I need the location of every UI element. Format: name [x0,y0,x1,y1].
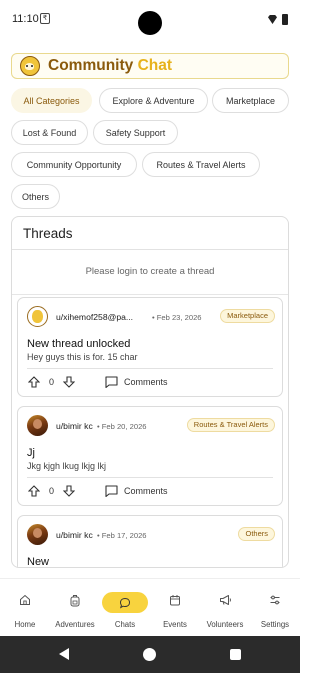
category-chip-community-opportunity[interactable]: Community Opportunity [11,152,137,177]
nav-label: Settings [260,620,290,629]
comment-bubble-icon [104,375,118,389]
thread-category-tag: Others [238,527,275,541]
title-part-1: Community [48,57,134,74]
title-part-2: Chat [137,57,173,74]
card-divider [27,368,273,369]
comments-label: Comments [124,486,168,496]
vote-count: 0 [49,486,55,496]
thread-card[interactable]: u/bimir kc • Feb 20, 2026 Routes & Trave… [17,406,283,506]
system-navigation-bar [0,636,300,673]
thread-category-tag: Routes & Travel Alerts [186,418,275,432]
vote-count: 0 [49,377,55,387]
nav-item-settings[interactable]: Settings [250,579,300,637]
page-title: Community Chat [48,57,172,75]
thread-title[interactable]: New [27,556,49,567]
user-avatar[interactable] [27,415,48,436]
category-chip-others[interactable]: Others [11,184,60,209]
thread-body: Hey guys this is for. 15 char [27,352,138,362]
community-chat-header: Community Chat [11,53,289,79]
thread-username[interactable]: u/xihemof258@pa... [56,312,133,322]
megaphone-icon [218,593,232,607]
thread-category-tag: Marketplace [220,309,275,323]
downvote-arrow-icon[interactable] [62,484,76,498]
category-chip-routes-travel[interactable]: Routes & Travel Alerts [142,152,260,177]
upvote-arrow-icon[interactable] [27,484,41,498]
category-chip-explore-adventure[interactable]: Explore & Adventure [99,88,208,113]
nav-item-chats[interactable]: Chats [100,579,150,637]
threads-panel: Threads Please login to create a thread … [11,216,289,568]
thread-date: • Feb 20, 2026 [97,422,147,431]
vote-controls: 0 [27,375,76,389]
camera-cutout [138,11,162,35]
card-divider [27,477,273,478]
thread-username[interactable]: u/bimir kc [56,530,93,540]
upvote-arrow-icon[interactable] [27,375,41,389]
status-time: 11:10 [12,13,39,25]
nav-label: Home [14,620,36,629]
comments-button[interactable]: Comments [104,484,168,498]
nav-item-home[interactable]: Home [0,579,50,637]
login-to-create-thread-link[interactable]: Please login to create a thread [12,250,288,295]
nav-label: Volunteers [206,620,244,629]
rupee-app-icon: ₹ [40,13,50,24]
nav-item-volunteers[interactable]: Volunteers [200,579,250,637]
bottom-navigation: Home Adventures Chats Events Volunteers … [0,578,300,636]
comment-bubble-icon [104,484,118,498]
nav-item-adventures[interactable]: Adventures [50,579,100,637]
recent-apps-icon[interactable] [230,649,241,660]
category-chip-all[interactable]: All Categories [11,88,92,113]
calendar-icon [168,593,182,607]
vote-controls: 0 [27,484,76,498]
nav-label: Events [163,620,187,629]
battery-icon [282,14,288,25]
nav-label: Adventures [55,620,95,629]
thread-card[interactable]: u/xihemof258@pa... • Feb 23, 2026 Market… [17,297,283,397]
category-chip-safety-support[interactable]: Safety Support [93,120,178,145]
thread-title[interactable]: Jj [27,447,35,459]
threads-heading: Threads [12,217,288,250]
thread-date: • Feb 23, 2026 [152,313,202,322]
back-icon[interactable] [59,648,69,660]
thread-date: • Feb 17, 2026 [97,531,147,540]
status-indicators [268,14,288,25]
category-chip-marketplace[interactable]: Marketplace [212,88,289,113]
user-avatar[interactable] [27,306,48,327]
home-icon [18,593,32,607]
nav-item-events[interactable]: Events [150,579,200,637]
chat-bubble-icon [118,596,132,610]
backpack-icon [68,593,82,607]
user-avatar[interactable] [27,524,48,545]
wifi-icon [268,15,277,24]
thread-card[interactable]: u/bimir kc • Feb 17, 2026 Others New [17,515,283,567]
mascot-logo-icon [20,56,40,76]
sliders-icon [268,593,282,607]
thread-body: Jkg kjgh lkug lkjg lkj [27,461,107,471]
thread-title[interactable]: New thread unlocked [27,338,130,350]
downvote-arrow-icon[interactable] [62,375,76,389]
category-chip-lost-found[interactable]: Lost & Found [11,120,88,145]
home-circle-icon[interactable] [143,648,156,661]
thread-username[interactable]: u/bimir kc [56,421,93,431]
status-bar: 11:10 ₹ [0,0,300,38]
comments-button[interactable]: Comments [104,375,168,389]
comments-label: Comments [124,377,168,387]
app-screen: 11:10 ₹ Community Chat All Categories Ex… [0,0,300,673]
nav-label: Chats [114,620,136,629]
